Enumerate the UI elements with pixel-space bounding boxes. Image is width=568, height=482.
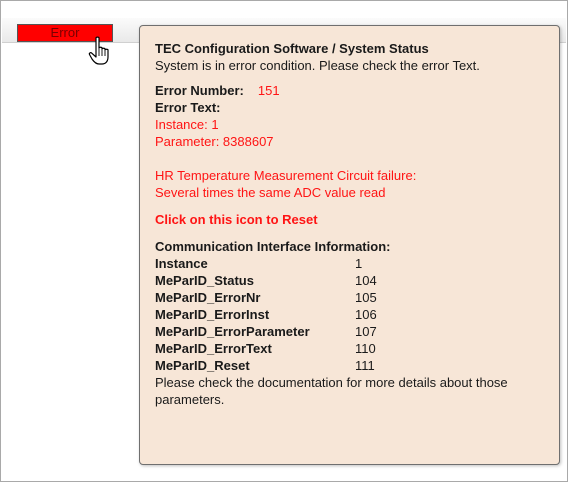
comm-row-key: MeParID_Reset [155, 358, 250, 373]
comm-row-value: 1 [355, 256, 363, 271]
comm-row-value: 111 [355, 358, 375, 373]
error-instance-text: Instance: 1 [155, 117, 219, 132]
comm-row-key: MeParID_ErrorInst [155, 307, 270, 322]
comm-row-key: Instance [155, 256, 208, 271]
comm-row-key: MeParID_Status [155, 273, 254, 288]
error-number-row: Error Number: 151 [155, 82, 559, 99]
reset-hint: Click on this icon to Reset [155, 212, 318, 227]
tooltip-subtitle: System is in error condition. Please che… [155, 58, 480, 73]
tooltip-title: TEC Configuration Software / System Stat… [155, 41, 429, 56]
comm-row-key: MeParID_ErrorParameter [155, 324, 310, 339]
comm-row-key: MeParID_ErrorText [155, 341, 272, 356]
comm-row: MeParID_ErrorInst 106 [155, 306, 559, 323]
comm-row-value: 107 [355, 324, 377, 339]
error-parameter-text: Parameter: 8388607 [155, 134, 274, 149]
comm-row-value: 110 [355, 341, 376, 356]
comm-row-key: MeParID_ErrorNr [155, 290, 261, 305]
hand-pointer-icon [88, 36, 109, 65]
comm-row-value: 106 [355, 307, 377, 322]
failure-description-line2: Several times the same ADC value read [155, 185, 386, 200]
comm-info-header: Communication Interface Information: [155, 239, 391, 254]
comm-row: MeParID_ErrorText 110 [155, 340, 559, 357]
comm-row: MeParID_Reset 111 [155, 357, 559, 374]
error-number-value: 151 [257, 83, 280, 98]
comm-row-value: 104 [355, 273, 377, 288]
failure-description-line1: HR Temperature Measurement Circuit failu… [155, 168, 417, 183]
footer-note-line2: parameters. [155, 392, 225, 407]
footer-note-line1: Please check the documentation for more … [155, 375, 508, 390]
comm-row-value: 105 [355, 290, 377, 305]
comm-row: MeParID_ErrorNr 105 [155, 289, 559, 306]
comm-row: MeParID_ErrorParameter 107 [155, 323, 559, 340]
error-number-label: Error Number: [155, 83, 244, 98]
comm-row: Instance 1 [155, 255, 559, 272]
comm-row: MeParID_Status 104 [155, 272, 559, 289]
error-text-label: Error Text: [155, 100, 221, 115]
error-tooltip: TEC Configuration Software / System Stat… [139, 25, 560, 465]
